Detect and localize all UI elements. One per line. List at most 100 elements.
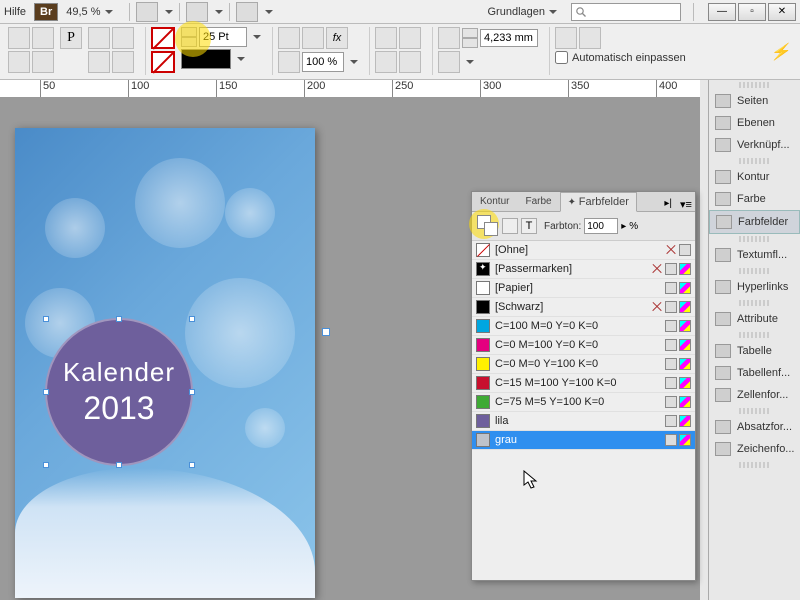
- dock-item-hyperlinks[interactable]: Hyperlinks: [709, 276, 800, 298]
- swatch-row[interactable]: C=15 M=100 Y=100 K=0: [472, 374, 695, 393]
- panel-menu-icon[interactable]: ▾≡: [677, 198, 695, 211]
- cannot-edit-icon: [651, 263, 663, 275]
- offset-spinner[interactable]: [462, 28, 478, 48]
- tab-kontur[interactable]: Kontur: [472, 192, 517, 211]
- color-type-icon: [679, 282, 691, 294]
- dock-item-label: Verknüpf...: [737, 139, 790, 151]
- swatch-row[interactable]: C=0 M=0 Y=100 K=0: [472, 355, 695, 374]
- color-mode-icon: [665, 377, 677, 389]
- wrap-icon[interactable]: [399, 51, 421, 73]
- align-icon[interactable]: [112, 27, 134, 49]
- fit-icon[interactable]: [555, 27, 577, 49]
- swatch-row[interactable]: C=0 M=100 Y=0 K=0: [472, 336, 695, 355]
- dock-item-label: Zellenfor...: [737, 389, 788, 401]
- horizontal-ruler[interactable]: 50100150200250300350400: [0, 80, 700, 98]
- tutorial-highlight-icon: [175, 21, 211, 57]
- swatch-row[interactable]: [Papier]: [472, 279, 695, 298]
- minimize-button[interactable]: —: [708, 3, 736, 21]
- arrange-icon[interactable]: [236, 2, 258, 22]
- panel-cycle-icon[interactable]: ▸|: [659, 196, 677, 211]
- ruler-mark: 200: [304, 80, 325, 98]
- view-option-1-icon[interactable]: [136, 2, 158, 22]
- fill-none-icon[interactable]: [151, 51, 175, 73]
- tool-icon[interactable]: [32, 27, 54, 49]
- dock-item-textumfl[interactable]: Textumfl...: [709, 244, 800, 266]
- swatch-row[interactable]: lila: [472, 412, 695, 431]
- swatch-row[interactable]: C=75 M=5 Y=100 K=0: [472, 393, 695, 412]
- ruler-mark: 350: [568, 80, 589, 98]
- autofit-checkbox[interactable]: [555, 51, 568, 64]
- search-input[interactable]: [571, 3, 681, 21]
- tool-icon[interactable]: [8, 51, 30, 73]
- formatting-text-icon[interactable]: T: [521, 218, 537, 234]
- swatch-row[interactable]: [Ohne]: [472, 241, 695, 260]
- dock-item-kontur[interactable]: Kontur: [709, 166, 800, 188]
- dock-item-ebenen[interactable]: Ebenen: [709, 112, 800, 134]
- bridge-button[interactable]: Br: [34, 3, 58, 21]
- dock-item-label: Zeichenfo...: [737, 443, 794, 455]
- color-mode-icon: [665, 358, 677, 370]
- color-mode-icon: [665, 434, 677, 446]
- fit-icon[interactable]: [579, 27, 601, 49]
- workspace-dropdown[interactable]: Grundlagen: [480, 6, 566, 18]
- document-page[interactable]: Kalender 2013: [15, 128, 315, 598]
- dock-item-zeichenfo[interactable]: Zeichenfo...: [709, 438, 800, 460]
- effect-icon[interactable]: [278, 27, 300, 49]
- swatch-name: C=15 M=100 Y=100 K=0: [495, 377, 617, 389]
- align-icon[interactable]: [88, 27, 110, 49]
- frame-fit-icon[interactable]: [438, 27, 460, 49]
- close-button[interactable]: ✕: [768, 3, 796, 21]
- tool-icon[interactable]: [8, 27, 30, 49]
- calendar-title: Kalender: [63, 357, 175, 388]
- fill-stroke-proxy[interactable]: [477, 215, 499, 237]
- view-option-2-icon[interactable]: [186, 2, 208, 22]
- stroke-none-icon[interactable]: [151, 27, 175, 49]
- wrap-icon[interactable]: [399, 27, 421, 49]
- dock-item-tabelle[interactable]: Tabelle: [709, 340, 800, 362]
- tab-farbe[interactable]: Farbe: [517, 192, 559, 211]
- tab-farbfelder[interactable]: ✦ Farbfelder: [560, 192, 637, 212]
- char-format-icon[interactable]: P: [60, 27, 82, 49]
- effect-icon[interactable]: [302, 27, 324, 49]
- dock-item-seiten[interactable]: Seiten: [709, 90, 800, 112]
- swatch-name: lila: [495, 415, 508, 427]
- zoom-dropdown[interactable]: 49,5 %: [66, 6, 112, 18]
- dock-item-farbe[interactable]: Farbe: [709, 188, 800, 210]
- dock-item-attribute[interactable]: Attribute: [709, 308, 800, 330]
- tint-input[interactable]: [584, 218, 618, 234]
- align-icon[interactable]: [88, 51, 110, 73]
- maximize-button[interactable]: ▫: [738, 3, 766, 21]
- fx-icon[interactable]: fx: [326, 27, 348, 49]
- offset-input[interactable]: 4,233 mm: [480, 29, 538, 47]
- wrap-icon[interactable]: [375, 27, 397, 49]
- dock-item-label: Kontur: [737, 171, 769, 183]
- dock-item-verknpf[interactable]: Verknüpf...: [709, 134, 800, 156]
- dock-item-label: Hyperlinks: [737, 281, 788, 293]
- calendar-title-circle[interactable]: Kalender 2013: [45, 318, 193, 466]
- swatch-row[interactable]: [Schwarz]: [472, 298, 695, 317]
- search-icon: [575, 6, 587, 18]
- panel-icon: [715, 344, 731, 358]
- dock-item-absatzfor[interactable]: Absatzfor...: [709, 416, 800, 438]
- dock-item-farbfelder[interactable]: Farbfelder: [709, 210, 800, 234]
- formatting-container-icon[interactable]: [502, 218, 518, 234]
- tool-icon[interactable]: [32, 51, 54, 73]
- text-outport-icon[interactable]: [322, 328, 330, 336]
- swatch-row[interactable]: [Passermarken]: [472, 260, 695, 279]
- swatch-row[interactable]: grau: [472, 431, 695, 450]
- opacity-icon[interactable]: [278, 51, 300, 73]
- flash-icon[interactable]: ⚡: [770, 42, 790, 62]
- menu-bar: Hilfe Br 49,5 % Grundlagen — ▫ ✕: [0, 0, 800, 24]
- wrap-icon[interactable]: [375, 51, 397, 73]
- swatch-name: C=0 M=0 Y=100 K=0: [495, 358, 598, 370]
- swatch-name: grau: [495, 434, 517, 446]
- dock-item-label: Tabellenf...: [737, 367, 790, 379]
- help-menu[interactable]: Hilfe: [4, 6, 26, 18]
- align-icon[interactable]: [112, 51, 134, 73]
- dock-item-tabellenf[interactable]: Tabellenf...: [709, 362, 800, 384]
- swatch-row[interactable]: C=100 M=0 Y=0 K=0: [472, 317, 695, 336]
- opacity-input[interactable]: 100 %: [302, 52, 344, 72]
- frame-fit-icon[interactable]: [438, 51, 460, 73]
- dock-item-label: Tabelle: [737, 345, 772, 357]
- dock-item-zellenfor[interactable]: Zellenfor...: [709, 384, 800, 406]
